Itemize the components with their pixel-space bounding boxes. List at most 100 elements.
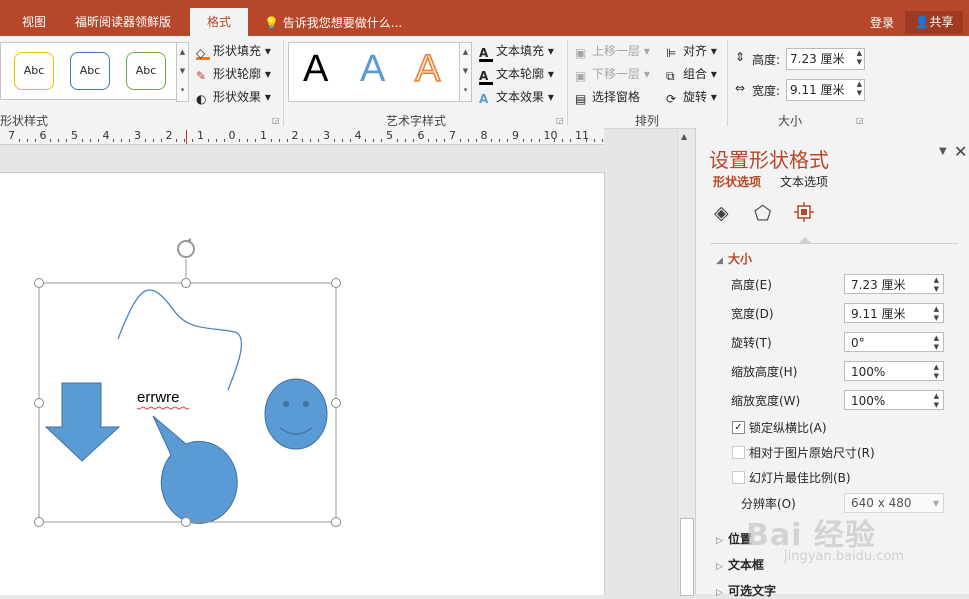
ruler-tick xyxy=(113,139,115,142)
selection-pane-button[interactable]: ▤ 选择窗格 xyxy=(575,88,640,106)
ruler-tick xyxy=(412,139,414,142)
ruler-tick xyxy=(365,139,367,142)
lock-aspect-checkbox[interactable]: ✓ xyxy=(732,421,745,434)
expand-triangle-icon: ▷ xyxy=(716,536,723,546)
ruler-number: 1 xyxy=(260,129,267,142)
group-button[interactable]: ⧉ 组合 ▾ xyxy=(666,65,717,83)
height-input[interactable]: 7.23 厘米 ▲ ▼ xyxy=(844,274,944,294)
ruler-number: 2 xyxy=(291,129,299,142)
share-label: 共享 xyxy=(929,15,954,29)
ruler-tick xyxy=(522,139,524,142)
ruler-number: 8 xyxy=(480,129,488,142)
wordart-preset-orange[interactable]: A xyxy=(414,47,441,91)
shape-style-preset-2[interactable]: Abc xyxy=(70,52,110,90)
ruler-tick xyxy=(160,139,162,142)
collapse-triangle-icon: ◢ xyxy=(716,256,723,266)
shape-fill-button[interactable]: ◇ 形状填充 ▾ xyxy=(196,42,271,60)
lock-aspect-label: 锁定纵横比(A) xyxy=(749,421,827,435)
size-properties-icon[interactable] xyxy=(794,202,814,222)
wordart-dialog-launcher-icon[interactable]: ◲ xyxy=(556,116,564,125)
ruler-tick xyxy=(207,139,209,142)
text-outline-button[interactable]: A 文本轮廓 ▾ xyxy=(479,65,554,85)
spin-arrows-icon[interactable]: ▲ ▼ xyxy=(934,305,939,323)
oval-callout-shape[interactable] xyxy=(152,415,238,524)
spin-arrows-icon[interactable]: ▲ ▼ xyxy=(934,392,939,410)
best-scale-checkbox[interactable] xyxy=(732,471,745,484)
tab-text-options[interactable]: 文本选项 xyxy=(780,173,828,190)
ruler-tick xyxy=(50,139,52,142)
ribbon-height-input[interactable]: 7.23 厘米 ▲ ▼ xyxy=(786,48,865,70)
group-separator xyxy=(727,40,728,126)
ruler-tick xyxy=(593,139,595,142)
tell-me-search[interactable]: 💡 告诉我您想要做什么... xyxy=(264,14,402,31)
selection-pane-icon: ▤ xyxy=(575,92,587,106)
spin-arrows-icon[interactable]: ▲ ▼ xyxy=(934,363,939,381)
ruler-tick xyxy=(121,139,123,142)
rotation-input[interactable]: 0° ▲ ▼ xyxy=(844,332,944,352)
scroll-up-icon[interactable]: ▲ xyxy=(681,132,687,141)
tab-foxit-reader[interactable]: 福昕阅读器领鲜版 xyxy=(75,0,171,36)
ruler-tick xyxy=(223,139,225,142)
wordart-gallery-scroll[interactable]: ▲ ▼ ▾ xyxy=(459,42,472,102)
wordart-preset-blue[interactable]: A xyxy=(360,48,385,91)
pentagon-effects-icon[interactable]: ⬠ xyxy=(754,201,771,225)
smiley-face-shape[interactable] xyxy=(264,378,328,450)
dialog-launcher-icon[interactable]: ◲ xyxy=(272,116,280,125)
rotate-handle-icon[interactable] xyxy=(177,238,195,258)
ruler-tick xyxy=(341,139,343,142)
text-effects-button[interactable]: A 文本效果 ▾ xyxy=(479,88,554,106)
shape-style-preset-1[interactable]: Abc xyxy=(14,52,54,90)
ruler-tick xyxy=(444,139,446,142)
freeform-curve[interactable] xyxy=(117,289,243,391)
spin-arrows-icon[interactable]: ▲ ▼ xyxy=(934,276,939,294)
shape-outline-button[interactable]: ✎ 形状轮廓 ▾ xyxy=(196,65,271,83)
ruler-tick xyxy=(286,139,288,142)
shape-effects-button[interactable]: ◐ 形状效果 ▾ xyxy=(196,88,271,106)
spin-arrows-icon[interactable]: ▲ ▼ xyxy=(857,80,862,98)
smiley-right-eye xyxy=(303,401,309,407)
pane-options-dropdown-icon[interactable]: ▼ xyxy=(939,146,947,157)
ruler-number: 10 xyxy=(543,129,558,142)
tab-shape-options[interactable]: 形状选项 xyxy=(713,173,761,190)
width-input[interactable]: 9.11 厘米 ▲ ▼ xyxy=(844,303,944,323)
wordart-preset-black[interactable]: A xyxy=(303,48,328,91)
text-fill-button[interactable]: A 文本填充 ▾ xyxy=(479,42,554,62)
send-backward-button[interactable]: ▣ 下移一层 ▾ xyxy=(575,65,650,83)
ribbon-width-input[interactable]: 9.11 厘米 ▲ ▼ xyxy=(786,79,865,101)
text-outline-icon: A xyxy=(479,70,493,85)
textbox-section-header[interactable]: ▷ 文本框 xyxy=(716,556,764,573)
gallery-scroll[interactable]: ▲ ▼ ▾ xyxy=(176,42,189,102)
bring-forward-button[interactable]: ▣ 上移一层 ▾ xyxy=(575,42,650,60)
spin-arrows-icon[interactable]: ▲ ▼ xyxy=(857,49,862,67)
relative-original-checkbox[interactable] xyxy=(732,446,745,459)
shape-style-preset-3[interactable]: Abc xyxy=(126,52,166,90)
scroll-thumb[interactable] xyxy=(680,518,694,596)
share-button[interactable]: 👤共享 xyxy=(905,11,963,34)
shape-styles-gallery[interactable]: Abc Abc Abc xyxy=(0,42,178,100)
size-dialog-launcher-icon[interactable]: ◲ xyxy=(856,116,864,125)
down-arrow-shape[interactable] xyxy=(44,382,121,462)
spin-arrows-icon[interactable]: ▲ ▼ xyxy=(934,334,939,352)
tab-format[interactable]: 格式 xyxy=(190,8,248,36)
scale-height-input[interactable]: 100% ▲ ▼ xyxy=(844,361,944,381)
ruler-tick xyxy=(66,139,68,142)
align-button[interactable]: ⊫ 对齐 ▾ xyxy=(666,42,717,60)
scale-width-input[interactable]: 100% ▲ ▼ xyxy=(844,390,944,410)
size-section-header[interactable]: ◢ 大小 xyxy=(716,250,752,267)
vertical-scrollbar[interactable]: ▲ xyxy=(677,130,695,596)
fill-line-icon[interactable]: ◈ xyxy=(714,202,729,224)
ruler-cursor-marker xyxy=(186,130,187,144)
rotate-button[interactable]: ⟳ 旋转 ▾ xyxy=(666,88,717,106)
close-icon[interactable]: ✕ xyxy=(954,142,967,161)
tab-view[interactable]: 视图 xyxy=(22,0,46,36)
alt-text-section-header[interactable]: ▷ 可选文字 xyxy=(716,582,776,599)
login-link[interactable]: 登录 xyxy=(870,14,894,31)
wordart-gallery[interactable]: A A A xyxy=(288,42,460,102)
ruler-tick xyxy=(278,139,280,142)
person-icon: 👤 xyxy=(914,15,930,29)
pane-divider xyxy=(710,243,958,244)
pane-title: 设置形状格式 xyxy=(709,148,829,172)
ruler-tick xyxy=(144,139,146,142)
slide-textbox[interactable]: errwre xyxy=(137,389,180,406)
arrange-group-label: 排列 xyxy=(635,114,660,128)
